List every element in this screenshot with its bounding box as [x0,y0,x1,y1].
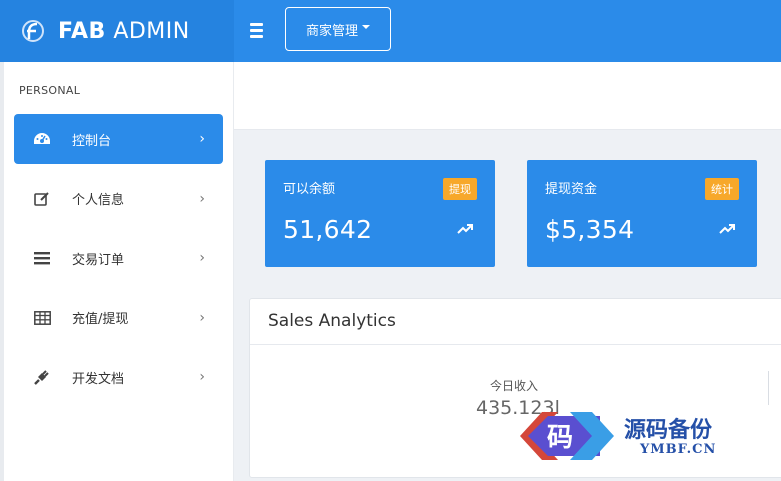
dashboard-gauge-icon [32,129,52,149]
brand-name-bold: FAB [58,18,106,44]
sidebar-item-profile[interactable]: 个人信息 › [14,174,223,224]
sidebar-item-recharge[interactable]: 充值/提现 › [14,293,223,343]
table-icon [32,308,52,328]
watermark-title: 源码备份 [624,417,713,443]
stat-label: 提现资金 [545,182,598,197]
trend-up-icon [719,224,735,234]
edit-icon [32,189,52,209]
sidebar-section-label: PERSONAL [19,84,81,97]
sidebar-item-dashboard[interactable]: 控制台 › [14,114,223,164]
stat-label: 可以余额 [283,182,336,197]
chevron-right-icon: › [199,190,205,207]
brand-name-light: ADMIN [113,18,190,44]
trend-up-icon [457,224,473,234]
divider [768,371,769,405]
dropdown-label: 商家管理 [305,23,358,39]
withdraw-badge[interactable]: 提现 [443,178,477,200]
brand-name: FAB ADMIN [58,19,190,44]
today-income-label: 今日收入 [490,379,539,393]
merchant-management-dropdown[interactable]: 商家管理 [285,7,391,51]
chevron-right-icon: › [199,131,205,147]
caret-down-icon [362,25,370,29]
page-header-bar [234,62,781,130]
watermark-subtitle: YMBF.CN [640,442,717,457]
stat-value: $5,354 [545,215,635,244]
list-icon [32,248,52,268]
top-navbar: FAB ADMIN 商家管理 [0,0,781,62]
withdrawn-funds-card[interactable]: 提现资金 统计 $5,354 [527,160,757,267]
stat-value: 51,642 [283,215,373,244]
sidebar-item-label: 充值/提现 [72,312,129,327]
sidebar: PERSONAL 控制台 › 个人信息 › 交易订单 › 充值/提现 › 开发文… [0,62,234,481]
sidebar-item-label: 控制台 [72,133,112,149]
watermark-logo-icon: 码 [520,412,614,460]
chevron-right-icon: › [199,369,205,385]
sidebar-item-label: 个人信息 [72,193,125,208]
plug-icon [32,367,52,387]
watermark-logo-char: 码 [547,423,573,453]
sidebar-item-label: 交易订单 [72,252,125,268]
chevron-right-icon: › [199,250,205,266]
statistics-badge[interactable]: 统计 [705,178,739,200]
brand-logo-icon [22,20,44,42]
chevron-right-icon: › [199,309,205,326]
brand[interactable]: FAB ADMIN [0,0,234,62]
sidebar-item-label: 开发文档 [72,371,125,387]
watermark: 码 源码备份 YMBF.CN [500,402,760,472]
sidebar-item-orders[interactable]: 交易订单 › [14,233,223,283]
hamburger-icon[interactable] [250,20,270,42]
panel-title: Sales Analytics [250,299,781,345]
sidebar-item-docs[interactable]: 开发文档 › [14,352,223,402]
balance-card[interactable]: 可以余额 提现 51,642 [265,160,495,267]
